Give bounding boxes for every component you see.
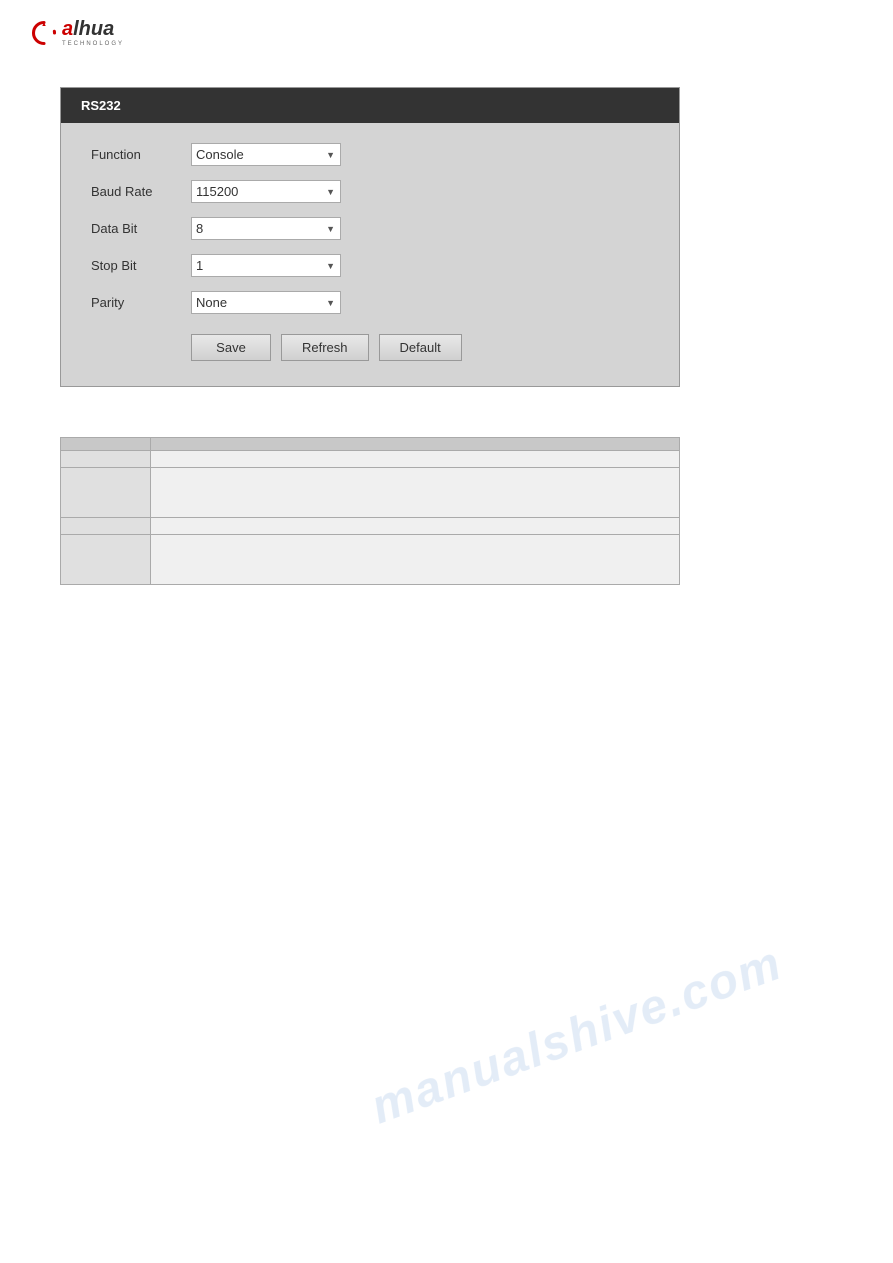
stopbit-select-wrapper: 1 2 [191,254,341,277]
buttons-row: Save Refresh Default [91,334,649,361]
logo-icon [30,19,58,47]
table-cell-value [151,535,680,585]
databit-select-wrapper: 5 6 7 8 [191,217,341,240]
function-row: Function Console PTZ Transparent [91,143,649,166]
parity-row: Parity None Odd Even [91,291,649,314]
table-header-col2 [151,438,680,451]
function-select-wrapper: Console PTZ Transparent [191,143,341,166]
table-header-col1 [61,438,151,451]
table-cell-label [61,468,151,518]
databit-row: Data Bit 5 6 7 8 [91,217,649,240]
table-cell-label [61,518,151,535]
table-row [61,438,680,451]
stopbit-row: Stop Bit 1 2 [91,254,649,277]
parity-select[interactable]: None Odd Even [191,291,341,314]
stopbit-select[interactable]: 1 2 [191,254,341,277]
parity-select-wrapper: None Odd Even [191,291,341,314]
function-select[interactable]: Console PTZ Transparent [191,143,341,166]
function-label: Function [91,147,191,162]
logo: alhua TECHNOLOGY [30,18,863,47]
baudrate-select[interactable]: 1200 2400 4800 9600 19200 38400 57600 11… [191,180,341,203]
table-row [61,468,680,518]
rs232-body: Function Console PTZ Transparent Baud Ra… [61,123,679,386]
rs232-panel: RS232 Function Console PTZ Transparent B… [60,87,680,387]
parity-label: Parity [91,295,191,310]
rs232-header: RS232 [61,88,679,123]
stopbit-label: Stop Bit [91,258,191,273]
default-button[interactable]: Default [379,334,462,361]
brand-name: alhua [62,18,124,40]
save-button[interactable]: Save [191,334,271,361]
databit-select[interactable]: 5 6 7 8 [191,217,341,240]
watermark: manualshive.com [364,936,790,1136]
table-cell-value [151,468,680,518]
table-row [61,535,680,585]
table-cell-value [151,518,680,535]
content-area: RS232 Function Console PTZ Transparent B… [0,57,893,615]
logo-area: alhua TECHNOLOGY [0,0,893,57]
baudrate-row: Baud Rate 1200 2400 4800 9600 19200 3840… [91,180,649,203]
table-row [61,518,680,535]
databit-label: Data Bit [91,221,191,236]
info-table [60,437,680,585]
table-row [61,451,680,468]
brand-subtext: TECHNOLOGY [62,41,124,47]
refresh-button[interactable]: Refresh [281,334,369,361]
table-cell-label [61,451,151,468]
baudrate-select-wrapper: 1200 2400 4800 9600 19200 38400 57600 11… [191,180,341,203]
baudrate-label: Baud Rate [91,184,191,199]
table-cell-value [151,451,680,468]
table-cell-label [61,535,151,585]
panel-title: RS232 [81,98,121,113]
